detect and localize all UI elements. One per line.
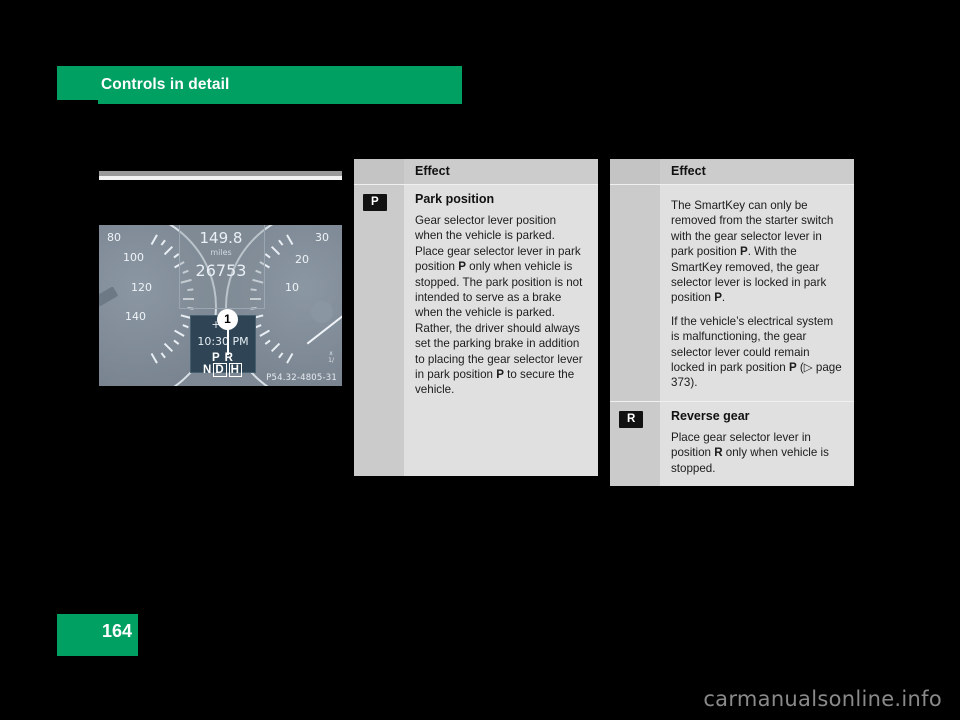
dial-tick [278, 239, 284, 246]
dial-tick [163, 342, 174, 353]
gear-mode: H [228, 363, 242, 377]
site-watermark: carmanualsonline.info [703, 687, 942, 711]
dial-tick [255, 324, 262, 329]
table-row-content: Reverse gear Place gear selector lever i… [660, 401, 854, 487]
tachometer-hub [311, 301, 333, 323]
speedo-tick-140: 140 [125, 310, 146, 323]
dial-tick [182, 324, 189, 329]
table-filler-row [354, 407, 598, 476]
column-header-effect: Effect [404, 159, 598, 184]
clock-value: 10:30 PM [197, 335, 249, 348]
table-filler-body-cell [404, 407, 598, 476]
figure-rule-highlight [99, 176, 342, 180]
speedo-tick-80: 80 [107, 231, 121, 244]
table-row: P Park position Gear selector lever posi… [354, 185, 598, 408]
dial-tick [173, 339, 180, 345]
dial-tick [174, 329, 185, 337]
dial-tick [286, 234, 294, 245]
table-header-label-cell [354, 159, 404, 184]
callout-marker-1: 1 [217, 309, 238, 330]
chapter-header-notch [57, 100, 98, 105]
dial-tick [160, 352, 166, 359]
page-title: Controls in detail [101, 76, 230, 93]
speedo-tick-100: 100 [123, 251, 144, 264]
distance-unit-label: miles [210, 248, 232, 257]
column-header-effect: Effect [660, 159, 854, 184]
tach-tick-10: 10 [285, 281, 299, 294]
gear-badge-cell: R [610, 401, 660, 487]
table-filler-label-cell [354, 407, 404, 476]
trip-distance-value: 149.8 [199, 229, 243, 247]
row-paragraph: Place gear selector lever in position R … [671, 430, 829, 475]
gear-badge-p: P [363, 194, 387, 211]
dial-tick [264, 339, 271, 345]
figure-code-label: P54.32-4805-31 [266, 373, 337, 383]
tach-tick-30: 30 [315, 231, 329, 244]
tach-unit-label: x 1/ [328, 350, 334, 364]
instrument-cluster-figure: 80 100 120 140 30 20 10 149.8 miles 2675… [99, 225, 342, 386]
table-header-row: Effect [354, 159, 598, 184]
dial-tick [286, 353, 294, 364]
table-row-content: The SmartKey can only be removed from th… [660, 185, 854, 401]
page-number: 164 [101, 621, 132, 641]
gear-badge-r: R [619, 410, 644, 428]
table-row: The SmartKey can only be removed from th… [610, 185, 854, 401]
gear-selected: D [213, 363, 227, 377]
row-title-park-position: Park position [415, 192, 495, 206]
gear-badge-cell [610, 185, 660, 401]
gear-badge-cell: P [354, 185, 404, 408]
tach-tick-20: 20 [295, 253, 309, 266]
dial-tick [160, 239, 166, 246]
table-row: R Reverse gear Place gear selector lever… [610, 401, 854, 487]
dial-tick [163, 245, 174, 256]
table-header-row: Effect [610, 159, 854, 184]
row-paragraph: Gear selector lever position when the ve… [415, 214, 583, 397]
dial-tick [150, 353, 158, 364]
dial-tick [278, 352, 284, 359]
table-header-label-cell [610, 159, 660, 184]
speedo-tick-120: 120 [131, 281, 152, 294]
effect-table-left: Effect P Park position Gear selector lev… [354, 159, 598, 476]
dial-tick [264, 253, 271, 259]
odometer-value: 26753 [195, 261, 247, 280]
row-paragraph: The SmartKey can only be removed from th… [671, 199, 834, 305]
gear-indicator: P R NDH [191, 352, 255, 377]
row-title-reverse-gear: Reverse gear [671, 408, 750, 423]
dial-tick [270, 342, 281, 353]
dial-tick [270, 245, 281, 256]
dial-tick [150, 234, 158, 245]
row-paragraph: If the vehicle’s electrical system is ma… [671, 314, 842, 390]
dial-tick [259, 329, 270, 337]
table-row-content: Park position Gear selector lever positi… [404, 185, 598, 408]
effect-table-right: Effect The SmartKey can only be removed … [610, 159, 854, 487]
